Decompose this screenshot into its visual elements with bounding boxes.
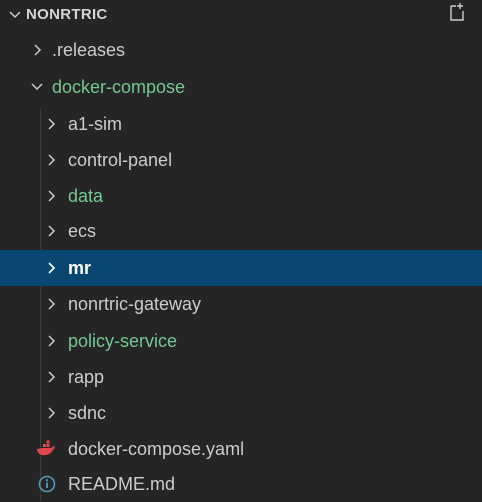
- file-explorer: NONRTRIC .releases docker-compose a1-sim…: [0, 0, 482, 501]
- chevron-right-icon: [48, 407, 56, 419]
- chevron-right-icon: [48, 371, 56, 383]
- chevron-right-icon: [34, 44, 42, 56]
- tree-item-label: README.md: [68, 474, 176, 494]
- tree-item-label: ecs: [68, 221, 97, 241]
- tree-item-ecs[interactable]: ecs: [0, 213, 482, 249]
- docker-whale-icon: [37, 440, 55, 456]
- tree-item-label: docker-compose: [52, 77, 186, 97]
- chevron-down-icon[interactable]: [8, 8, 22, 22]
- tree-item-label: a1-sim: [68, 114, 123, 134]
- chevron-right-icon: [48, 335, 56, 347]
- chevron-right-icon: [48, 118, 56, 130]
- chevron-right-icon: [48, 225, 56, 237]
- chevron-right-icon: [48, 190, 56, 202]
- tree-item-a1-sim[interactable]: a1-sim: [0, 106, 482, 142]
- tree-item-releases[interactable]: .releases: [0, 32, 482, 68]
- tree-item-label: rapp: [68, 367, 105, 387]
- tree-item-label: mr: [68, 258, 92, 278]
- tree-item-label: policy-service: [68, 331, 178, 351]
- workspace-title: NONRTRIC: [26, 6, 108, 23]
- new-file-icon[interactable]: [448, 2, 466, 22]
- tree-item-docker-compose-yaml[interactable]: docker-compose.yaml: [0, 431, 482, 467]
- tree-item-label: docker-compose.yaml: [68, 439, 245, 459]
- chevron-right-icon: [48, 154, 56, 166]
- tree-item-label: nonrtric-gateway: [68, 294, 202, 314]
- tree-item-label: sdnc: [68, 403, 107, 423]
- explorer-header[interactable]: NONRTRIC: [0, 0, 482, 30]
- tree-item-mr[interactable]: mr: [0, 250, 482, 286]
- tree-item-label: data: [68, 186, 104, 206]
- tree-item-policy-service[interactable]: policy-service: [0, 323, 482, 359]
- chevron-down-icon: [31, 83, 43, 91]
- tree-item-docker-compose[interactable]: docker-compose: [0, 69, 482, 105]
- tree-item-label: .releases: [52, 40, 126, 60]
- tree-item-control-panel[interactable]: control-panel: [0, 142, 482, 178]
- tree-item-readme[interactable]: README.md: [0, 466, 482, 502]
- tree-item-sdnc[interactable]: sdnc: [0, 395, 482, 431]
- tree-item-nonrtric-gateway[interactable]: nonrtric-gateway: [0, 286, 482, 322]
- tree-item-label: control-panel: [68, 150, 173, 170]
- tree-item-data[interactable]: data: [0, 178, 482, 214]
- info-icon: [38, 475, 56, 493]
- tree-item-rapp[interactable]: rapp: [0, 359, 482, 395]
- chevron-right-icon: [48, 262, 56, 274]
- chevron-right-icon: [48, 298, 56, 310]
